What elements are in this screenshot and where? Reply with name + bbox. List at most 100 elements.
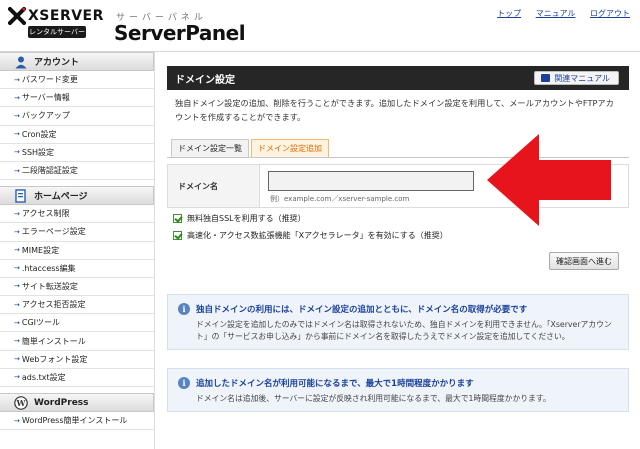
top-link[interactable]: トップ <box>497 9 521 18</box>
sidebar-item-cgi[interactable]: → CGIツール <box>0 314 154 333</box>
confirm-button[interactable]: 確認画面へ進む <box>549 252 619 270</box>
sidebar-item-label: Webフォント設定 <box>21 354 88 364</box>
product-name: ServerPanel <box>114 21 246 45</box>
sidebar-item-ads-txt[interactable]: → ads.txt設定 <box>0 368 154 387</box>
xserver-mark-icon <box>8 7 26 25</box>
sidebar-item-label: バックアップ <box>21 111 70 121</box>
accelerator-option-label: 高速化・アクセス数拡張機能「Xアクセラレータ」を有効にする（推奨） <box>187 231 448 240</box>
main-content: ドメイン設定 関連マニュアル 独自ドメイン設定の追加、削除を行うことができます。… <box>167 66 629 449</box>
xserver-logo[interactable]: XSERVER レンタルサーバー サーバーパネル ServerPanel <box>8 7 246 47</box>
sidebar-item-2fa[interactable]: → 二段階認証設定 <box>0 161 154 181</box>
sidebar-item-label: アクセス制限 <box>21 209 70 219</box>
sidebar: アカウント → パスワード変更 → サーバー情報 → バックアップ → Cron設定 →… <box>0 52 155 449</box>
panel-title-bar: ドメイン設定 関連マニュアル <box>167 66 629 90</box>
sidebar-item-label: MIME設定 <box>21 245 60 255</box>
sidebar-item-label: サーバー情報 <box>21 93 70 103</box>
sidebar-section-wordpress: W WordPress <box>0 393 154 412</box>
page-title: ドメイン設定 <box>175 74 235 86</box>
sidebar-section-homepage: ホームページ <box>0 186 154 206</box>
chevron-right-icon: → <box>14 318 20 327</box>
info-title: i 追加したドメイン名が利用可能になるまで、最大で1時間程度かかります <box>178 376 618 390</box>
domain-example: 例）example.com／xserver-sample.com <box>270 195 410 203</box>
confirm-area: 確認画面へ進む <box>167 244 629 280</box>
sidebar-item-server-info[interactable]: → サーバー情報 <box>0 89 154 108</box>
document-icon <box>15 188 26 203</box>
info-icon: i <box>178 303 190 315</box>
sidebar-item-mime[interactable]: → MIME設定 <box>0 241 154 260</box>
chevron-right-icon: → <box>14 148 20 157</box>
sidebar-item-access-deny[interactable]: → アクセス拒否設定 <box>0 296 154 315</box>
header: XSERVER レンタルサーバー サーバーパネル ServerPanel トップ… <box>0 0 640 52</box>
user-icon <box>15 56 27 68</box>
domain-label: ドメイン名 <box>168 165 260 207</box>
tab-domain-list[interactable]: ドメイン設定一覧 <box>171 139 249 157</box>
sidebar-item-password[interactable]: → パスワード変更 <box>0 71 154 90</box>
chevron-right-icon: → <box>14 416 20 425</box>
info-title: i 独自ドメインの利用には、ドメイン設定の追加とともに、ドメイン名の取得が必要で… <box>178 302 618 316</box>
domain-input[interactable] <box>268 171 474 191</box>
chevron-right-icon: → <box>14 264 20 273</box>
sidebar-item-label: アクセス拒否設定 <box>21 300 86 310</box>
chevron-right-icon: → <box>14 337 20 346</box>
svg-text:W: W <box>16 398 27 408</box>
chevron-right-icon: → <box>14 75 20 84</box>
wordpress-icon: W <box>14 395 28 410</box>
page-description: 独自ドメイン設定の追加、削除を行うことができます。追加したドメイン設定を利用して… <box>175 98 614 122</box>
manual-link[interactable]: マニュアル <box>536 9 576 18</box>
sidebar-item-label: CGIツール <box>21 318 61 328</box>
sidebar-item-webfont[interactable]: → Webフォント設定 <box>0 350 154 369</box>
info-title-text: 独自ドメインの利用には、ドメイン設定の追加とともに、ドメイン名の取得が必要です <box>196 305 528 315</box>
accelerator-checkbox[interactable] <box>173 231 182 240</box>
tab-domain-add[interactable]: ドメイン設定追加 <box>251 139 329 157</box>
ssl-option-label: 無料独自SSLを利用する（推奨） <box>187 214 306 223</box>
brand-name: XSERVER <box>28 8 104 24</box>
top-links: トップ マニュアル ログアウト <box>485 8 630 19</box>
sidebar-item-label: .htaccess編集 <box>21 263 76 273</box>
chevron-right-icon: → <box>14 111 20 120</box>
chevron-right-icon: → <box>14 300 20 309</box>
sidebar-item-label: Cron設定 <box>21 129 57 139</box>
sidebar-item-wp-install[interactable]: → WordPress簡単インストール <box>0 412 154 431</box>
info-box-propagation: i 追加したドメイン名が利用可能になるまで、最大で1時間程度かかります ドメイン… <box>167 368 629 412</box>
chevron-right-icon: → <box>14 130 20 139</box>
info-title-text: 追加したドメイン名が利用可能になるまで、最大で1時間程度かかります <box>196 379 474 389</box>
chevron-right-icon: → <box>14 373 20 382</box>
chevron-right-icon: → <box>14 166 20 175</box>
sidebar-item-label: 簡単インストール <box>21 336 86 346</box>
info-box-domain-acquire: i 独自ドメインの利用には、ドメイン設定の追加とともに、ドメイン名の取得が必要で… <box>167 294 629 350</box>
sidebar-item-label: WordPress簡単インストール <box>21 416 128 426</box>
info-icon: i <box>178 377 190 389</box>
sidebar-item-label: ads.txt設定 <box>21 372 66 382</box>
info-body: ドメイン名は追加後、サーバーに設定が反映され利用可能になるまで、最大で1時間程度… <box>196 394 551 403</box>
sidebar-item-label: パスワード変更 <box>21 75 78 85</box>
book-icon <box>541 74 551 82</box>
sidebar-item-label: サイト転送設定 <box>21 281 78 291</box>
sidebar-item-htaccess[interactable]: → .htaccess編集 <box>0 259 154 278</box>
info-body: ドメイン設定を追加したのみではドメイン名は取得されないため、独自ドメインを利用で… <box>196 320 612 341</box>
sidebar-item-cron[interactable]: → Cron設定 <box>0 125 154 144</box>
related-manual-label: 関連マニュアル <box>554 73 610 83</box>
sidebar-item-label: 二段階認証設定 <box>21 166 78 176</box>
sidebar-item-error-page[interactable]: → エラーページ設定 <box>0 223 154 242</box>
sidebar-section-title: アカウント <box>34 58 80 68</box>
sidebar-item-access-limit[interactable]: → アクセス制限 <box>0 205 154 224</box>
brand-badge: レンタルサーバー <box>28 26 86 38</box>
related-manual-button[interactable]: 関連マニュアル <box>534 71 619 85</box>
sidebar-section-title: ホームページ <box>34 192 88 203</box>
sidebar-section-title: WordPress <box>34 397 89 408</box>
sidebar-item-easy-install[interactable]: → 簡単インストール <box>0 332 154 351</box>
sidebar-item-ssh[interactable]: → SSH設定 <box>0 143 154 162</box>
chevron-right-icon: → <box>14 282 20 291</box>
red-arrow-annotation-icon <box>487 134 611 226</box>
sidebar-section-account: アカウント <box>0 52 154 71</box>
sidebar-item-label: SSH設定 <box>21 147 55 157</box>
sidebar-item-backup[interactable]: → バックアップ <box>0 107 154 126</box>
sidebar-item-redirect[interactable]: → サイト転送設定 <box>0 277 154 297</box>
chevron-right-icon: → <box>14 93 20 102</box>
chevron-right-icon: → <box>14 209 20 218</box>
chevron-right-icon: → <box>14 227 20 236</box>
logout-link[interactable]: ログアウト <box>590 9 630 18</box>
ssl-checkbox[interactable] <box>173 214 182 223</box>
